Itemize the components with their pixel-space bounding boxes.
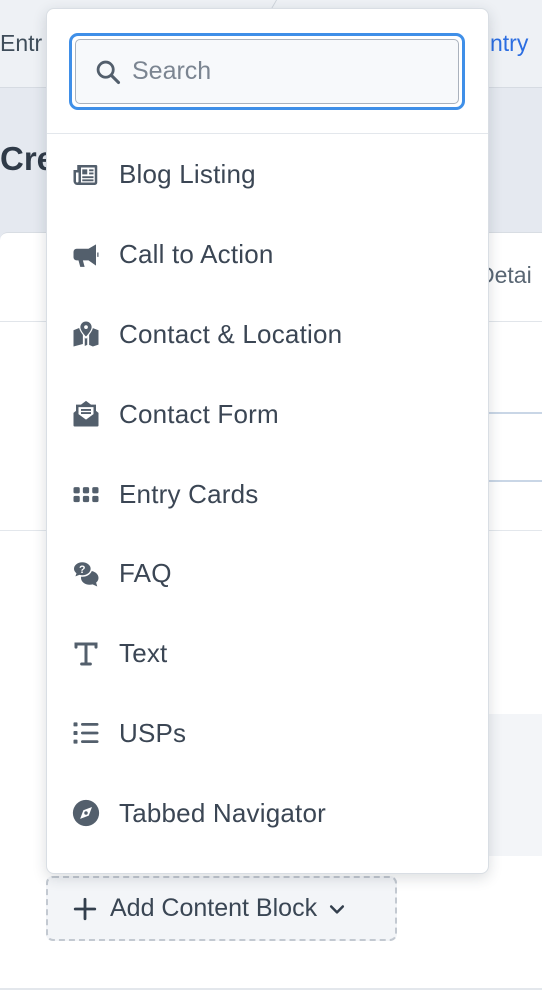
compass-icon: [71, 798, 101, 828]
menu-item-entry-cards[interactable]: Entry Cards: [47, 454, 488, 534]
menu-item-label: Contact Form: [119, 398, 279, 429]
chevron-down-icon: [329, 904, 345, 914]
menu-item-label: Contact & Location: [119, 318, 343, 349]
page: Entr ntry Cre Detai Add Content Block Se…: [0, 0, 542, 994]
field-underline: [488, 480, 542, 482]
text-t-icon: [71, 639, 101, 669]
newspaper-icon: [71, 160, 101, 190]
menu-item-label: FAQ: [119, 558, 172, 589]
menu-item-label: Tabbed Navigator: [119, 797, 326, 828]
menu-item-label: Call to Action: [119, 239, 274, 270]
menu-item-contact-location[interactable]: Contact & Location: [47, 295, 488, 375]
breadcrumb-current-entry[interactable]: ntry: [490, 30, 528, 57]
add-content-block-label: Add Content Block: [110, 894, 318, 922]
menu-item-label: Text: [119, 638, 168, 669]
menu-item-label: Blog Listing: [119, 159, 256, 190]
bottom-divider: [0, 988, 542, 990]
menu-divider: [47, 133, 488, 134]
search-icon: [96, 60, 121, 84]
menu-item-usps[interactable]: USPs: [47, 694, 488, 774]
menu-item-tabbed-navigator[interactable]: Tabbed Navigator: [47, 773, 488, 853]
block-type-list: Blog Listing Call to Action Contact & Lo…: [47, 135, 488, 853]
list-icon: [71, 718, 101, 748]
envelope-open-icon: [71, 399, 101, 429]
search-box[interactable]: [75, 39, 459, 104]
menu-item-call-to-action[interactable]: Call to Action: [47, 215, 488, 295]
field-underline: [488, 412, 542, 414]
map-location-icon: [71, 319, 101, 349]
grid-dots-icon: [71, 479, 101, 509]
content-block-placeholder: [488, 714, 542, 856]
search-field: [69, 33, 465, 110]
chat-question-icon: ?: [71, 559, 101, 589]
svg-text:?: ?: [79, 564, 85, 576]
breadcrumb-entries[interactable]: Entr: [0, 30, 42, 57]
search-input[interactable]: [132, 57, 432, 86]
menu-item-text[interactable]: Text: [47, 614, 488, 694]
menu-item-contact-form[interactable]: Contact Form: [47, 374, 488, 454]
add-content-block-button[interactable]: Add Content Block: [46, 876, 397, 941]
menu-item-faq[interactable]: ? FAQ: [47, 534, 488, 614]
content-block-dropdown: Blog Listing Call to Action Contact & Lo…: [46, 8, 489, 874]
menu-item-label: Entry Cards: [119, 478, 259, 509]
megaphone-icon: [71, 240, 101, 270]
menu-item-label: USPs: [119, 717, 187, 748]
plus-icon: [73, 897, 97, 920]
menu-item-blog-listing[interactable]: Blog Listing: [47, 135, 488, 215]
